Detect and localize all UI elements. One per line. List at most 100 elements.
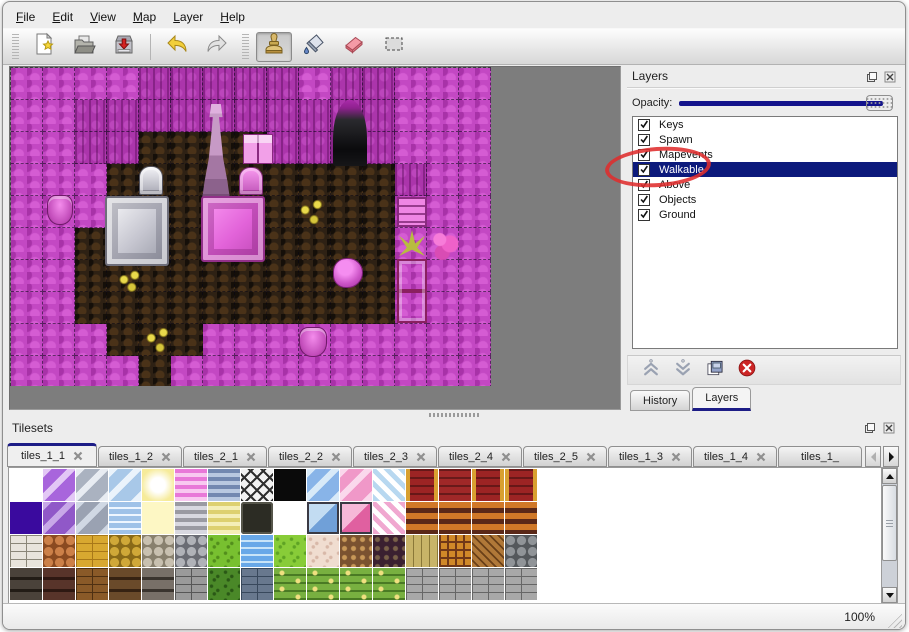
tile-stripes-brown-2[interactable] (439, 502, 471, 534)
delete-layer-button[interactable] (734, 358, 760, 382)
map-tile-floor-dark[interactable] (267, 292, 299, 324)
map-tile-wall-pink[interactable] (331, 324, 363, 356)
map-object-bed[interactable] (201, 196, 265, 262)
lower-layer-button[interactable] (670, 358, 696, 382)
tile-grass-flowers[interactable] (274, 568, 306, 600)
tile-zigzag-pink[interactable] (373, 502, 405, 534)
map-tile-floor-dark[interactable] (171, 324, 203, 356)
tile-wall-dark-brown[interactable] (43, 568, 75, 600)
tile-tile-gold[interactable] (76, 535, 108, 567)
tile-stripes-slate[interactable] (208, 469, 240, 501)
map-tile-floor-dark[interactable] (235, 292, 267, 324)
map-tile-wall-pink[interactable] (459, 196, 491, 228)
map-tile-wall-pink[interactable] (459, 68, 491, 100)
layer-row-above[interactable]: Above (633, 177, 897, 192)
tile-water-light[interactable] (109, 502, 141, 534)
map-tile-wall-pink[interactable] (11, 132, 43, 164)
tile-stripes-brown-4[interactable] (505, 502, 537, 534)
tile-pane-pink-diag[interactable] (340, 469, 372, 501)
map-tile-floor-dark[interactable] (363, 196, 395, 228)
map-tile-wall-pink[interactable] (75, 196, 107, 228)
map-tile-wall-pink[interactable] (395, 356, 427, 386)
map-tile-floor-dark[interactable] (331, 164, 363, 196)
tile-wall-red-gold-2[interactable] (472, 469, 504, 501)
layer-row-objects[interactable]: Objects (633, 192, 897, 207)
tile-wall-gray-stone[interactable] (142, 568, 174, 600)
map-tile-wall-pink[interactable] (11, 356, 43, 386)
tile-black[interactable] (274, 469, 306, 501)
map-tile-wall-pink[interactable] (395, 100, 427, 132)
map-tile-wall-pink[interactable] (427, 68, 459, 100)
map-object-flowers[interactable] (115, 270, 145, 294)
map-tile-floor-dark[interactable] (299, 292, 331, 324)
tile-wall-brown-stone[interactable] (109, 568, 141, 600)
scroll-down-button[interactable] (882, 587, 897, 603)
map-tile-wall-pink-dark[interactable] (107, 100, 139, 132)
map-tile-wall-pink[interactable] (395, 68, 427, 100)
map-tile-floor-dark[interactable] (331, 228, 363, 260)
map-tile-wall-pink[interactable] (43, 164, 75, 196)
map-tile-floor-dark[interactable] (171, 196, 203, 228)
tileset-tab-tiles_2_5[interactable]: tiles_2_5 (523, 446, 607, 467)
tab-close-icon[interactable] (671, 452, 681, 462)
tile-glass-purple-dark[interactable] (43, 502, 75, 534)
map-tile-floor-dark[interactable] (139, 292, 171, 324)
map-tile-wall-pink-dark[interactable] (363, 100, 395, 132)
tile-brick-blue[interactable] (241, 568, 273, 600)
tile-plaque-dark[interactable] (241, 502, 273, 534)
tile-grass-flowers-4[interactable] (373, 568, 405, 600)
map-tile-floor-dark[interactable] (203, 292, 235, 324)
map-tile-floor-dark[interactable] (331, 292, 363, 324)
map-tile-wall-pink-dark[interactable] (139, 100, 171, 132)
map-tile-floor-dark[interactable] (171, 228, 203, 260)
map-tile-floor-dark[interactable] (171, 292, 203, 324)
tileset-tab-tiles_2_1[interactable]: tiles_2_1 (183, 446, 267, 467)
map-tile-wall-pink[interactable] (235, 324, 267, 356)
tile-indigo[interactable] (10, 502, 42, 534)
map-tile-wall-pink[interactable] (203, 324, 235, 356)
map-tile-floor-dark[interactable] (171, 260, 203, 292)
map-tile-wall-pink-dark[interactable] (171, 100, 203, 132)
tile-stripes-pink[interactable] (175, 469, 207, 501)
map-object-wardrobe[interactable] (397, 259, 427, 323)
map-tile-wall-pink[interactable] (427, 132, 459, 164)
tile-stone-gold[interactable] (109, 535, 141, 567)
tileset-tab-tiles_2_2[interactable]: tiles_2_2 (268, 446, 352, 467)
tile-hedge[interactable] (208, 568, 240, 600)
map-tile-floor-dark[interactable] (363, 164, 395, 196)
dock-tab-history[interactable]: History (630, 390, 691, 411)
map-tile-wall-pink[interactable] (11, 164, 43, 196)
map-tile-wall-pink[interactable] (43, 68, 75, 100)
layers-panel-float-button[interactable] (865, 70, 879, 84)
layer-row-keys[interactable]: Keys (633, 117, 897, 132)
map-tile-wall-pink-dark[interactable] (171, 68, 203, 100)
map-tile-wall-pink[interactable] (459, 292, 491, 324)
tab-close-icon[interactable] (161, 452, 171, 462)
tile-cobble-orange[interactable] (43, 535, 75, 567)
fill-tool-button[interactable] (296, 32, 332, 62)
undo-button[interactable] (159, 32, 195, 62)
map-tile-wall-pink[interactable] (235, 356, 267, 386)
tile-pane-blue[interactable] (307, 502, 339, 534)
layer-row-walkable[interactable]: Walkable (633, 162, 897, 177)
map-object-urn[interactable] (299, 327, 327, 357)
tileset-tab-tiles_1_[interactable]: tiles_1_ (778, 446, 862, 467)
map-tile-floor-dark[interactable] (139, 356, 171, 386)
map-tile-wall-pink[interactable] (459, 356, 491, 386)
tile-brick-gray[interactable] (175, 568, 207, 600)
map-tile-wall-pink[interactable] (459, 164, 491, 196)
tile-stripes-brown-3[interactable] (472, 502, 504, 534)
map-tile-floor-dark[interactable] (203, 260, 235, 292)
map-tile-wall-pink[interactable] (43, 324, 75, 356)
horizontal-splitter[interactable] (429, 413, 479, 417)
tile-pale-yellow[interactable] (142, 502, 174, 534)
tile-water[interactable] (241, 535, 273, 567)
tile-lattice[interactable] (241, 469, 273, 501)
layer-checkbox-keys[interactable] (638, 118, 650, 131)
tile-glass-purple[interactable] (43, 469, 75, 501)
tab-close-icon[interactable] (331, 452, 341, 462)
tile-wall-red[interactable] (439, 469, 471, 501)
tab-close-icon[interactable] (73, 451, 83, 461)
map-tile-wall-pink[interactable] (11, 100, 43, 132)
map-tile-floor-dark[interactable] (171, 132, 203, 164)
